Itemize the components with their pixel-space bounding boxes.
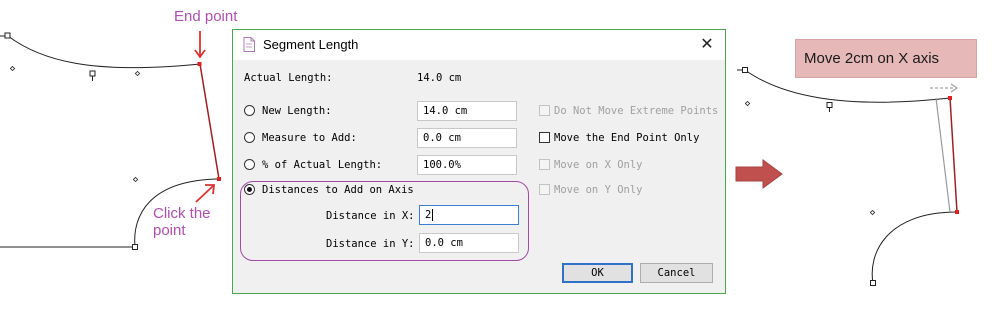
move-on-x-only-label: Move on X Only [554, 159, 643, 171]
actual-length-value: 14.0 cm [417, 72, 462, 84]
click-point-callout-line1: Click the [153, 205, 211, 222]
dialog-title: Segment Length [263, 37, 359, 52]
cancel-button[interactable]: Cancel [640, 263, 713, 283]
click-point-callout-line2: point [153, 222, 186, 239]
distance-x-value: 2 [425, 209, 432, 221]
do-not-move-extreme-points-checkbox[interactable] [539, 105, 550, 116]
new-length-label: New Length: [262, 105, 332, 117]
move-on-x-only-checkbox[interactable] [539, 159, 550, 170]
document-icon [243, 37, 255, 52]
dialog-titlebar: Segment Length ✕ [233, 30, 725, 60]
left-dots [9, 65, 141, 183]
left-mid-point [89, 70, 96, 77]
left-end-point [197, 62, 202, 66]
new-length-input[interactable]: 14.0 cm [417, 101, 517, 121]
do-not-move-extreme-points-label: Do Not Move Extreme Points [554, 105, 719, 117]
distance-x-input[interactable]: 2 [419, 205, 519, 225]
move-end-point-only-label: Move the End Point Only [554, 132, 700, 144]
right-corner-point [742, 67, 748, 73]
right-end-point [948, 96, 952, 100]
right-original-segment [935, 97, 951, 213]
distance-x-label: Distance in X: [326, 210, 415, 222]
arrow-down-to-end-point [194, 31, 206, 59]
distances-on-axis-label: Distances to Add on Axis [262, 184, 414, 196]
right-bottom-point [870, 280, 876, 286]
right-mid-point [826, 102, 833, 108]
arrow-to-click-point [195, 184, 216, 203]
end-point-callout: End point [174, 8, 238, 25]
measure-to-add-label: Measure to Add: [262, 132, 357, 144]
percent-actual-length-radio[interactable] [244, 159, 255, 170]
left-neck-curve [7, 35, 201, 69]
left-click-point [217, 177, 221, 181]
ok-button[interactable]: OK [562, 263, 633, 283]
right-click-point [955, 210, 959, 214]
right-dots [744, 100, 876, 216]
click-point-callout: Click the point [153, 205, 211, 239]
measure-to-add-input[interactable]: 0.0 cm [417, 128, 517, 148]
left-shoulder-segment [199, 63, 220, 180]
measure-to-add-radio[interactable] [244, 132, 255, 143]
percent-actual-length-input[interactable]: 100.0% [417, 155, 517, 175]
text-cursor [432, 209, 434, 221]
big-arrow-right-icon [735, 159, 783, 189]
left-corner-point [4, 32, 11, 39]
distances-on-axis-radio[interactable] [244, 184, 255, 195]
dashed-move-arrow [930, 83, 959, 93]
move-note-box: Move 2cm on X axis [795, 39, 977, 78]
close-icon[interactable]: ✕ [697, 34, 717, 54]
move-end-point-only-checkbox[interactable] [539, 132, 550, 143]
move-on-y-only-checkbox[interactable] [539, 184, 550, 195]
move-on-y-only-label: Move on Y Only [554, 184, 643, 196]
distance-y-input[interactable]: 0.0 cm [419, 233, 519, 253]
right-moved-segment [949, 97, 958, 213]
percent-actual-length-label: % of Actual Length: [262, 159, 383, 171]
actual-length-label: Actual Length: [244, 72, 333, 84]
new-length-radio[interactable] [244, 105, 255, 116]
distance-y-label: Distance in Y: [326, 238, 415, 250]
left-bottom-point [132, 244, 138, 250]
right-armhole-curve [871, 211, 958, 284]
